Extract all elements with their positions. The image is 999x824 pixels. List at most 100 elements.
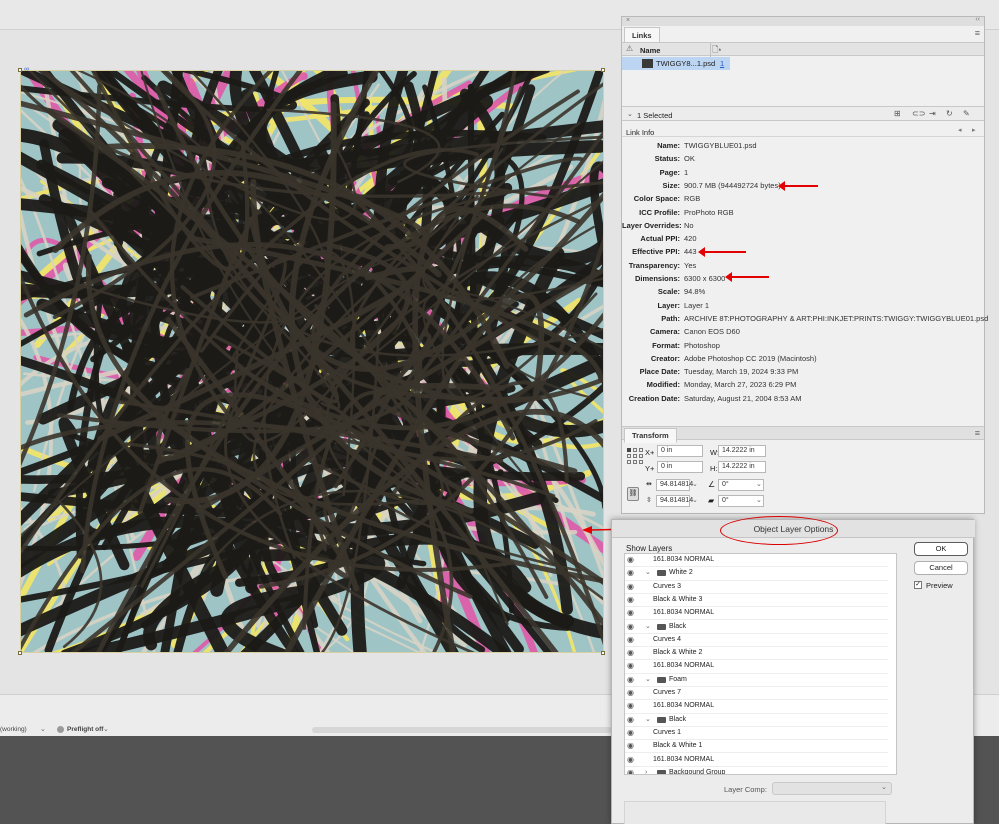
layer-comp-select[interactable]: ⌄ xyxy=(772,782,892,795)
eye-icon[interactable]: ◉ xyxy=(627,714,634,726)
layer-row[interactable]: ◉ Black & White 3 xyxy=(625,594,888,608)
working-status[interactable]: (working) xyxy=(0,726,27,733)
layer-row[interactable]: ◉ Black & White 1 xyxy=(625,740,888,754)
selection-handle[interactable] xyxy=(18,651,22,655)
edit-original-icon[interactable]: ✎ xyxy=(963,109,970,118)
cancel-button[interactable]: Cancel xyxy=(914,561,968,575)
eye-icon[interactable]: ◉ xyxy=(627,660,634,672)
layer-row[interactable]: ◉ 161.8034 NORMAL xyxy=(625,660,888,674)
link-badge-icon[interactable]: ∞ xyxy=(24,66,29,73)
layer-row[interactable]: ◉ 161.8034 NORMAL xyxy=(625,554,888,568)
constrain-proportions-icon[interactable]: ⛓ xyxy=(627,487,639,501)
link-info-value: Photoshop xyxy=(684,340,720,350)
previous-link-icon[interactable]: ◂ xyxy=(958,126,962,134)
selection-handle[interactable] xyxy=(18,68,22,72)
y-position-input[interactable]: 0 in xyxy=(657,461,703,473)
layer-row[interactable]: ◉ ⌄ Black xyxy=(625,621,888,634)
link-page-number[interactable]: 1 xyxy=(720,59,724,68)
height-input[interactable]: 14.2222 in xyxy=(718,461,766,473)
layer-row[interactable]: ◉ ⌄ Black xyxy=(625,714,888,727)
preflight-status[interactable]: Preflight off xyxy=(67,726,103,733)
layer-row[interactable]: ◉ ⌄ White 2 xyxy=(625,567,888,581)
chevron-down-icon[interactable]: ⌄ xyxy=(645,674,651,686)
collapse-icon[interactable]: ‹‹ xyxy=(975,16,980,23)
relink-icon[interactable]: ⊂⊃ xyxy=(912,109,925,118)
eye-icon[interactable]: ◉ xyxy=(627,554,634,566)
link-info-row: Size: 900.7 MB (944492724 bytes) xyxy=(622,181,780,193)
eye-icon[interactable]: ◉ xyxy=(627,727,634,739)
cc-libraries-icon[interactable]: ⊞ xyxy=(894,109,901,118)
go-to-link-icon[interactable]: ⇥ xyxy=(929,109,936,118)
layer-row[interactable]: ◉ Curves 1 xyxy=(625,727,888,741)
eye-icon[interactable]: ◉ xyxy=(627,621,634,633)
layer-row[interactable]: ◉ 161.8034 NORMAL xyxy=(625,754,888,767)
eye-icon[interactable]: ◉ xyxy=(627,700,634,712)
chevron-down-icon[interactable]: ⌄ xyxy=(881,783,887,791)
selection-handle[interactable] xyxy=(601,651,605,655)
chevron-down-icon[interactable]: ⌄ xyxy=(103,725,109,733)
eye-icon[interactable]: ◉ xyxy=(627,607,634,619)
next-link-icon[interactable]: ▸ xyxy=(972,126,976,134)
chevron-down-icon[interactable]: ⌄ xyxy=(645,567,651,579)
update-link-icon[interactable]: ↻ xyxy=(946,109,953,118)
layer-row[interactable]: ◉ Curves 7 xyxy=(625,687,888,701)
layer-row[interactable]: ◉ 161.8034 NORMAL xyxy=(625,607,888,621)
tab-transform[interactable]: Transform xyxy=(624,428,677,443)
scale-y-input[interactable]: 94.814814 xyxy=(656,495,693,507)
column-name[interactable]: Name xyxy=(640,46,660,55)
chevron-down-icon[interactable]: ⌄ xyxy=(756,496,762,504)
chevron-right-icon[interactable]: › xyxy=(645,767,647,774)
width-input[interactable]: 14.2222 in xyxy=(718,445,766,457)
eye-icon[interactable]: ◉ xyxy=(627,647,634,659)
link-info-row: Dimensions: 6300 x 6300 xyxy=(622,274,725,286)
chevron-down-icon[interactable]: ⌄ xyxy=(627,110,633,118)
layer-row[interactable]: ◉ ⌄ Foam xyxy=(625,674,888,687)
eye-icon[interactable]: ◉ xyxy=(627,634,634,646)
link-info-label: Transparency: xyxy=(628,260,680,270)
layer-row[interactable]: ◉ › Backgound Group xyxy=(625,767,888,774)
chevron-down-icon[interactable]: ⌄ xyxy=(692,496,698,504)
layer-group-name: Black xyxy=(669,622,687,630)
selection-handle[interactable] xyxy=(601,68,605,72)
chevron-down-icon[interactable]: ⌄ xyxy=(756,480,762,488)
panel-drag-bar[interactable]: × ‹‹ xyxy=(622,16,984,26)
page-column-icon[interactable]: 🗋▴ xyxy=(712,44,721,58)
chevron-down-icon[interactable]: ⌄ xyxy=(40,725,46,733)
panel-menu-icon[interactable]: ≡ xyxy=(975,428,980,438)
link-file-name[interactable]: TWIGGY8...1.psd xyxy=(656,59,715,68)
placed-image-frame[interactable] xyxy=(20,70,604,653)
eye-icon[interactable]: ◉ xyxy=(627,674,634,686)
eye-icon[interactable]: ◉ xyxy=(627,754,634,766)
link-row-selected[interactable]: TWIGGY8...1.psd 1 xyxy=(622,57,730,70)
ok-button[interactable]: OK xyxy=(914,542,968,556)
reference-point-grid[interactable] xyxy=(627,448,643,464)
chevron-down-icon[interactable]: ⌄ xyxy=(645,621,651,633)
horizontal-scrollbar[interactable] xyxy=(312,727,612,733)
link-info-label: Actual PPI: xyxy=(640,234,680,244)
chevron-down-icon[interactable]: ⌄ xyxy=(645,714,651,726)
preview-checkbox[interactable]: ✓ xyxy=(914,581,922,589)
close-icon[interactable]: × xyxy=(626,17,630,24)
eye-icon[interactable]: ◉ xyxy=(627,594,634,606)
eye-icon[interactable]: ◉ xyxy=(627,740,634,752)
layer-row[interactable]: ◉ Black & White 2 xyxy=(625,647,888,661)
layer-name: Curves 7 xyxy=(653,689,682,696)
annotation-arrow xyxy=(698,247,746,257)
eye-icon[interactable]: ◉ xyxy=(627,767,634,774)
layer-row[interactable]: ◉ Curves 4 xyxy=(625,634,888,648)
x-position-input[interactable]: 0 in xyxy=(657,445,703,457)
eye-icon[interactable]: ◉ xyxy=(627,581,634,593)
eye-icon[interactable]: ◉ xyxy=(627,567,634,579)
folder-icon xyxy=(657,769,666,774)
layer-row[interactable]: ◉ Curves 3 xyxy=(625,581,888,594)
link-info-value: 1 xyxy=(684,167,689,177)
link-info-value: Adobe Photoshop CC 2019 (Macintosh) xyxy=(684,353,817,363)
scale-x-input[interactable]: 94.814814 xyxy=(656,479,693,491)
eye-icon[interactable]: ◉ xyxy=(627,687,634,699)
chevron-down-icon[interactable]: ⌄ xyxy=(692,480,698,488)
tab-links[interactable]: Links xyxy=(624,27,660,43)
link-info-header[interactable]: Link Info ◂ ▸ xyxy=(622,125,984,137)
layer-row[interactable]: ◉ 161.8034 NORMAL xyxy=(625,700,888,714)
panel-menu-icon[interactable]: ≡ xyxy=(975,28,980,38)
layers-list[interactable]: ◉ 161.8034 NORMAL ◉ ⌄ White 2 ◉ Curves 3 ◉ Black… xyxy=(624,553,897,775)
